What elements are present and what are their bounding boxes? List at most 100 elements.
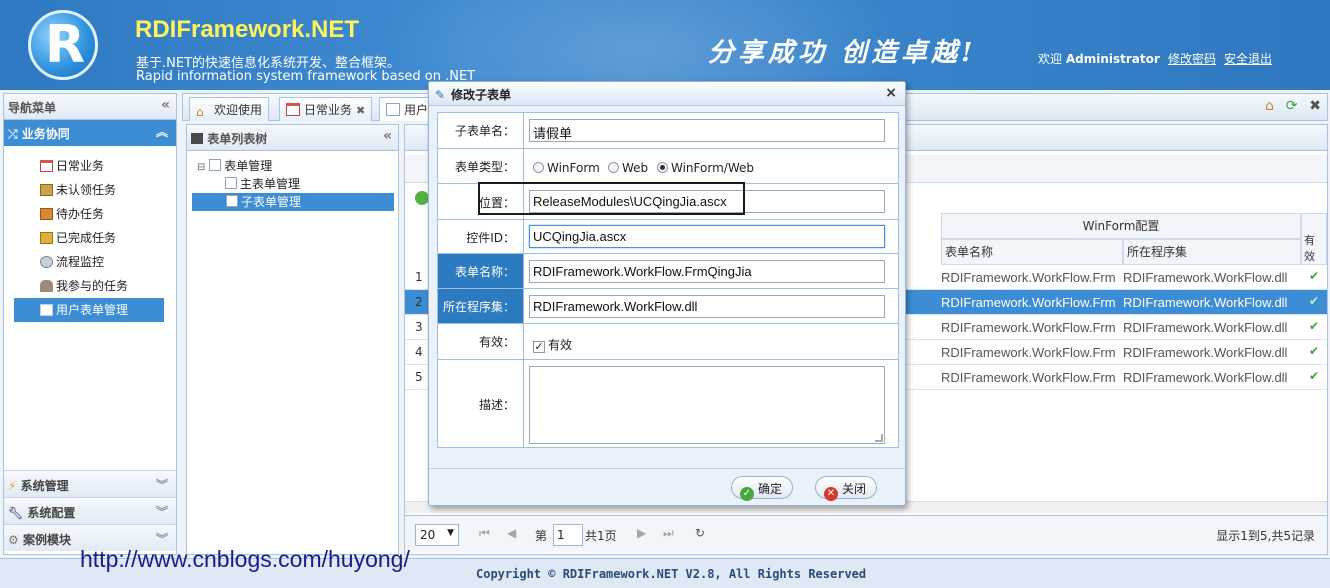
checkbox[interactable]: ✓ <box>533 341 545 353</box>
form-row-type: 表单类型： WinForm Web WinForm/Web <box>438 149 898 184</box>
close-tab-icon[interactable]: ✖ <box>356 104 365 117</box>
lightning-icon: ⚡ <box>8 479 17 493</box>
control-id-field[interactable]: UCQingJia.ascx <box>529 225 885 248</box>
column-header-form-name[interactable]: 表单名称 <box>941 239 1123 265</box>
nav-item-todo[interactable]: 待办任务 <box>14 202 164 226</box>
add-icon[interactable] <box>415 191 429 205</box>
nav-item-unclaimed[interactable]: 未认领任务 <box>14 178 164 202</box>
subform-name-field[interactable]: 请假单 <box>529 119 885 142</box>
chevron-down-icon[interactable]: ︾ <box>156 503 168 520</box>
radio-button[interactable] <box>657 162 668 173</box>
nav-item-user-forms[interactable]: 用户表单管理 <box>14 298 164 322</box>
home-icon: ⌂ <box>196 105 204 119</box>
chevron-up-icon[interactable]: ︽ <box>156 123 168 140</box>
valid-column-header[interactable]: 有效 <box>1301 213 1327 265</box>
nav-item-participated[interactable]: 我参与的任务 <box>14 274 164 298</box>
tree-node-root[interactable]: ⊟ 表单管理 <box>191 157 394 175</box>
tab-label: 日常业务 <box>304 103 353 117</box>
collapse-tree-icon[interactable]: « <box>383 128 392 144</box>
chevron-down-icon: ▼ <box>447 528 454 538</box>
radio-winform[interactable]: WinForm <box>533 161 600 175</box>
description-textarea[interactable] <box>529 366 885 444</box>
current-user: Administrator <box>1065 52 1160 66</box>
refresh-icon[interactable]: ↻ <box>695 526 705 540</box>
nav-panel-title-text: 导航菜单 <box>8 101 57 115</box>
prev-page-icon[interactable]: ◀ <box>507 526 516 540</box>
app-header: R RDIFramework.NET 基于.NET的快速信息化系统开发、整合框架… <box>0 0 1330 90</box>
accordion-business[interactable]: ⤮ 业务协同 ︽ <box>4 120 176 146</box>
winform-config-header: WinForm配置 <box>941 213 1301 239</box>
resize-handle-icon[interactable] <box>875 434 883 442</box>
row-number: 1 <box>415 270 423 284</box>
cell-form-name: RDIFramework.WorkFlow.Frm <box>941 270 1116 285</box>
next-page-icon[interactable]: ▶ <box>637 526 646 540</box>
last-page-icon[interactable]: ⏭ <box>663 526 674 541</box>
page-total: 共1页 <box>585 529 617 543</box>
accordion-label: 系统管理 <box>20 479 69 493</box>
column-header-assembly[interactable]: 所在程序集 <box>1123 239 1301 265</box>
accordion-system-management[interactable]: ⚡ 系统管理 ︾ <box>4 470 176 497</box>
tab-user-forms[interactable]: 用户 <box>379 97 436 121</box>
wrench-icon: 🔧︎ <box>8 506 24 520</box>
cell-assembly: RDIFramework.WorkFlow.dll <box>1123 270 1288 285</box>
close-icon[interactable]: ✖ <box>1309 98 1321 114</box>
cell-assembly: RDIFramework.WorkFlow.dll <box>1123 295 1288 310</box>
radio-web[interactable]: Web <box>608 161 648 175</box>
page-size-select[interactable]: 20 ▼ <box>415 524 459 546</box>
assembly-field[interactable]: RDIFramework.WorkFlow.dll <box>529 295 885 318</box>
field-label: 所在程序集： <box>438 289 524 323</box>
accordion-system-config[interactable]: 🔧︎ 系统配置 ︾ <box>4 497 176 524</box>
check-icon: ✔ <box>1309 294 1320 308</box>
pencil-icon: ✎ <box>435 88 446 102</box>
close-button[interactable]: ✕ 关闭 <box>815 476 878 501</box>
nav-item-completed[interactable]: 已完成任务 <box>14 226 164 250</box>
change-password-link[interactable]: 修改密码 <box>1168 50 1216 67</box>
radio-winform-web[interactable]: WinForm/Web <box>657 161 754 175</box>
tree-panel-title: 表单列表树 « <box>187 125 398 151</box>
row-number: 5 <box>415 370 423 384</box>
radio-button[interactable] <box>608 162 619 173</box>
check-icon: ✓ <box>740 487 754 501</box>
tab-label: 用户 <box>404 103 429 117</box>
form-row-valid: 有效： ✓ 有效 <box>438 324 898 360</box>
radio-button[interactable] <box>533 162 544 173</box>
form-row-control-id: 控件ID： UCQingJia.ascx <box>438 220 898 254</box>
welcome-text: 欢迎 Administrator <box>1038 50 1160 67</box>
tab-daily[interactable]: 日常业务 ✖ <box>279 97 373 121</box>
collapse-left-icon[interactable]: « <box>161 97 170 113</box>
row-number: 3 <box>415 320 423 334</box>
tree-node-main-form[interactable]: 主表单管理 <box>191 175 394 193</box>
form-row-description: 描述： <box>438 360 898 448</box>
slogan: 分享成功 创造卓越! <box>708 38 977 68</box>
refresh-icon[interactable]: ⟳ <box>1286 98 1298 114</box>
nav-panel-title: 导航菜单 « <box>4 94 176 120</box>
form-row-name: 子表单名： 请假单 <box>438 113 898 149</box>
first-page-icon[interactable]: ⏮ <box>479 526 490 541</box>
dialog-title: 修改子表单 <box>451 88 512 102</box>
dialog-title-bar[interactable]: ✎ 修改子表单 × <box>429 82 905 106</box>
tree-node-sub-form[interactable]: 子表单管理 <box>192 193 394 211</box>
close-icon: ✕ <box>824 487 838 501</box>
confirm-button[interactable]: ✓ 确定 <box>731 476 794 501</box>
form-icon <box>40 304 53 316</box>
form-row-assembly: 所在程序集： RDIFramework.WorkFlow.dll <box>438 289 898 324</box>
close-icon[interactable]: × <box>885 85 897 101</box>
logout-link[interactable]: 安全退出 <box>1224 50 1272 67</box>
chevron-down-icon[interactable]: ︾ <box>156 530 168 547</box>
copyright-text: Copyright © RDIFramework.NET V2.8, All R… <box>476 567 867 581</box>
form-class-field[interactable]: RDIFramework.WorkFlow.FrmQingJia <box>529 260 885 283</box>
tab-tools: ⌂ ⟳ ✖ <box>1257 98 1321 114</box>
valid-checkbox[interactable]: ✓ 有效 <box>533 336 572 353</box>
nav-item-monitor[interactable]: 流程监控 <box>14 250 164 274</box>
nav-item-daily[interactable]: 日常业务 <box>14 154 164 178</box>
nav-item-label: 待办任务 <box>56 207 105 221</box>
field-label: 表单名称： <box>438 254 524 288</box>
logo-icon: R <box>28 10 98 80</box>
chevron-down-icon[interactable]: ︾ <box>156 476 168 493</box>
tab-welcome[interactable]: ⌂ 欢迎使用 <box>189 97 270 121</box>
tree-toggle-icon[interactable]: ⊟ <box>197 162 205 173</box>
calendar-icon <box>40 160 53 172</box>
page-number-input[interactable]: 1 <box>553 524 583 546</box>
brand-title: RDIFramework.NET <box>135 16 360 43</box>
home-icon[interactable]: ⌂ <box>1265 98 1274 114</box>
